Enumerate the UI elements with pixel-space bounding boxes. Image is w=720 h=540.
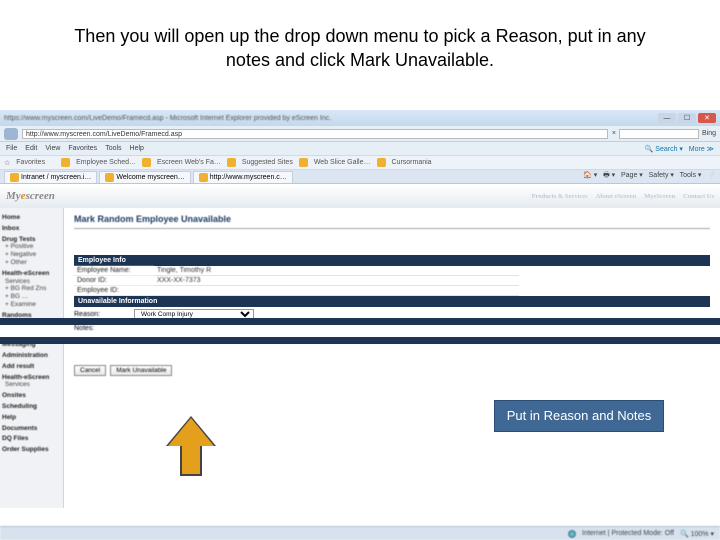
donor-id-value: XXX-XX-7373 [154,276,519,285]
sidebar-item[interactable]: Help [2,414,61,422]
emp-name-label: Employee Name: [74,266,154,275]
sidebar-item[interactable]: Home [2,214,61,222]
employee-info-table: Employee Name:Tingle, Timothy R Donor ID… [74,266,519,296]
title-text: https://www.myscreen.com/LiveDemo/Framec… [4,115,658,122]
search-provider: Bing [702,130,716,137]
sidebar-item[interactable]: Services [5,381,61,389]
cancel-button[interactable]: Cancel [74,365,106,376]
url-field[interactable]: http://www.myscreen.com/LiveDemo/Framecd… [22,129,608,139]
menu-tools[interactable]: Tools [105,145,121,152]
sidebar: HomeInboxDrug Tests+ Positive+ Negative+… [0,208,64,508]
slide-instruction: Then you will open up the drop down menu… [0,0,720,79]
app-logo: Myescreen [6,190,55,202]
fav-link[interactable]: Cursormania [392,159,432,166]
hdr-link[interactable]: Contact Us [683,193,714,200]
donor-id-label: Donor ID: [74,276,154,285]
status-text: Internet | Protected Mode: Off [582,530,674,537]
menu-edit[interactable]: Edit [25,145,37,152]
employee-info-header: Employee Info [74,255,710,266]
hdr-link[interactable]: About eScreen [596,193,637,200]
fav-link[interactable]: Web Slice Galle… [314,159,371,166]
sidebar-item[interactable]: Add result [2,363,61,371]
sidebar-item[interactable]: + Other [5,259,61,267]
mark-unavailable-button[interactable]: Mark Unavailable [110,365,172,376]
notes-label: Notes: [74,325,134,332]
menu-file[interactable]: File [6,145,17,152]
fav-link[interactable]: Employee Sched… [76,159,136,166]
arrow-annotation [168,444,214,500]
sidebar-item[interactable]: + BG Red Zns [5,285,61,293]
menu-bar: File Edit View Favorites Tools Help 🔍 Se… [0,142,720,156]
sidebar-item[interactable]: Services [5,278,61,286]
emp-id-label: Employee ID: [74,286,154,295]
sidebar-item[interactable]: + Positive [5,243,61,251]
close-button[interactable]: ✕ [698,113,716,123]
sidebar-item[interactable]: Onsites [2,392,61,400]
fav-icon [227,158,236,167]
app-body: HomeInboxDrug Tests+ Positive+ Negative+… [0,208,720,508]
reason-label: Reason: [74,311,134,318]
fav-icon [142,158,151,167]
sidebar-item[interactable]: + Examine [5,301,61,309]
favorites-bar: ☆ Favorites Employee Sched… Escreen Web'… [0,156,720,170]
tab[interactable]: Welcome myscreen… [99,171,190,183]
page-title: Mark Random Employee Unavailable [74,214,710,229]
sidebar-item[interactable]: DQ Files [2,435,61,443]
emp-id-value [154,286,519,295]
menu-view[interactable]: View [45,145,60,152]
fav-link[interactable]: Suggested Sites [242,159,293,166]
unavailable-info-header: Unavailable Information [74,296,710,307]
tab-bar: Intranet / myscreen.i… Welcome myscreen…… [0,170,720,184]
status-bar: Internet | Protected Mode: Off 🔍 100% ▾ [0,526,720,540]
fav-icon [61,158,70,167]
sidebar-item[interactable]: + BG … [5,293,61,301]
sidebar-item[interactable]: Health-eScreen [2,374,61,382]
favorites-label[interactable]: Favorites [16,159,45,166]
menu-help[interactable]: Help [130,145,144,152]
tab[interactable]: Intranet / myscreen.i… [4,171,97,183]
callout-box: Put in Reason and Notes [494,400,664,432]
sidebar-item[interactable]: Health-eScreen [2,270,61,278]
fav-icon [299,158,308,167]
app-header: Myescreen Products & Services About eScr… [0,184,720,208]
sidebar-item[interactable]: Inbox [2,225,61,233]
minimize-button[interactable]: — [658,113,676,123]
sidebar-item[interactable]: Drug Tests [2,236,61,244]
sidebar-item[interactable]: + Negative [5,251,61,259]
main-content: Mark Random Employee Unavailable Employe… [64,208,720,508]
sidebar-item[interactable]: Scheduling [2,403,61,411]
maximize-button[interactable]: ☐ [678,113,696,123]
title-bar: https://www.myscreen.com/LiveDemo/Framec… [0,110,720,126]
fav-link[interactable]: Escreen Web's Fa… [157,159,221,166]
sidebar-item[interactable]: Documents [2,425,61,433]
search-box[interactable] [619,129,699,139]
hdr-link[interactable]: Products & Services [531,193,587,200]
decorative-strip [0,338,720,344]
menu-favorites[interactable]: Favorites [68,145,97,152]
address-bar: http://www.myscreen.com/LiveDemo/Framecd… [0,126,720,142]
tab[interactable]: http://www.myscreen.c… [193,171,293,183]
fav-icon [377,158,386,167]
back-forward-icon[interactable] [4,128,18,140]
sidebar-item[interactable]: Order Supplies [2,446,61,454]
browser-window: https://www.myscreen.com/LiveDemo/Framec… [0,110,720,508]
sidebar-item[interactable]: Administration [2,352,61,360]
hdr-link[interactable]: MyeScreen [644,193,675,200]
emp-name-value: Tingle, Timothy R [154,266,519,275]
globe-icon [568,530,576,538]
